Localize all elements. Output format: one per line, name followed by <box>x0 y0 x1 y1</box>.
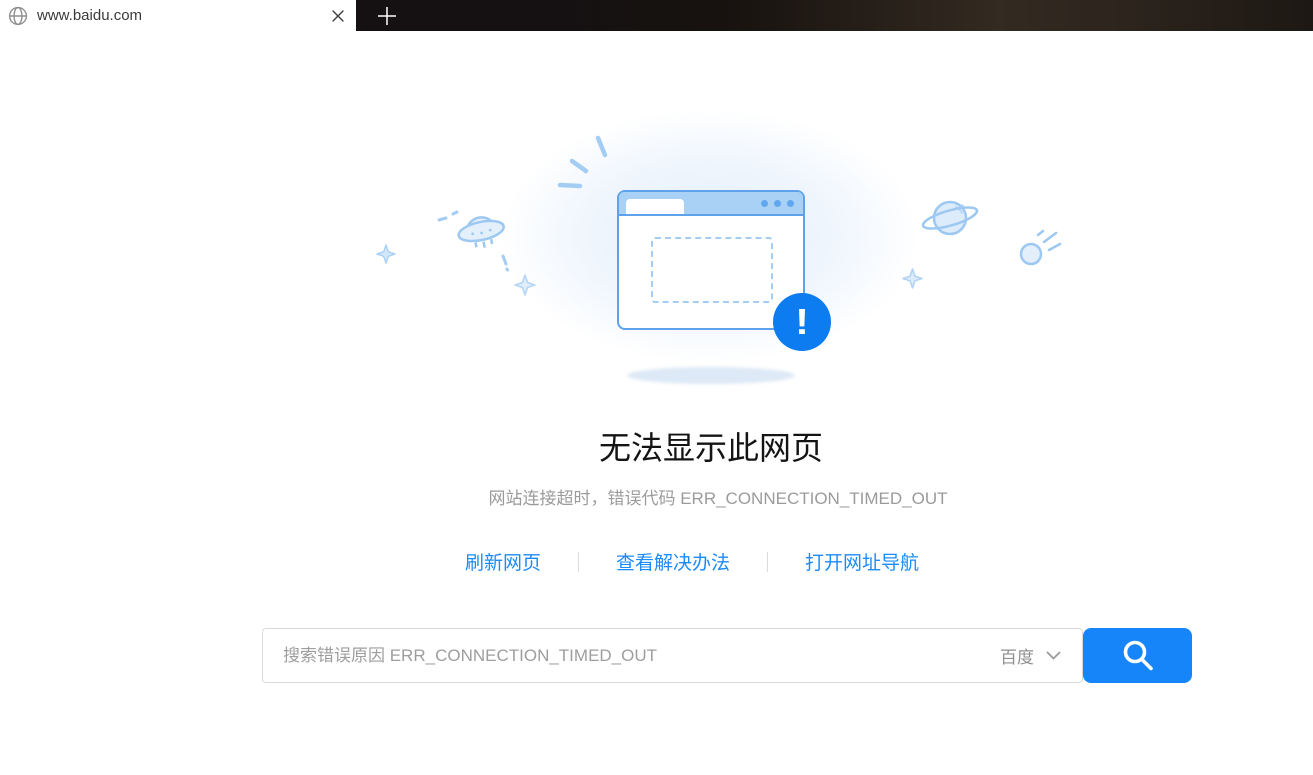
tab-bar: www.baidu.com <box>0 0 1313 31</box>
error-exclamation-badge: ! <box>773 293 831 351</box>
exclamation-icon: ! <box>795 304 809 340</box>
browser-tab[interactable]: www.baidu.com <box>0 0 356 31</box>
illustration-titlebar <box>619 192 803 216</box>
search-box: 百度 <box>262 628 1083 683</box>
sparkle-icon <box>902 268 923 289</box>
new-tab-button[interactable] <box>363 0 411 31</box>
chevron-down-icon <box>1046 651 1061 661</box>
browser-window: www.baidu.com <box>0 0 1313 775</box>
link-divider <box>767 552 768 572</box>
close-icon[interactable] <box>330 8 346 24</box>
sparkle-icon <box>376 244 396 264</box>
link-open-site-navigation[interactable]: 打开网址导航 <box>805 548 919 575</box>
link-refresh-page[interactable]: 刷新网页 <box>465 548 541 575</box>
search-engine-selector[interactable]: 百度 <box>1000 628 1061 683</box>
illustration-shadow <box>627 367 795 384</box>
illustration-window-dots <box>761 200 794 207</box>
search-button[interactable] <box>1083 628 1192 683</box>
globe-icon <box>8 6 28 26</box>
page-title: 无法显示此网页 <box>599 423 823 469</box>
burst-lines-icon <box>552 128 616 194</box>
action-links: 刷新网页 查看解决办法 打开网址导航 <box>465 548 919 575</box>
search-engine-label: 百度 <box>1000 643 1034 668</box>
ufo-icon <box>433 194 528 274</box>
error-subtitle: 网站连接超时，错误代码 ERR_CONNECTION_TIMED_OUT <box>488 484 947 509</box>
comet-icon <box>1016 224 1066 270</box>
plus-icon <box>376 5 398 27</box>
sparkle-icon <box>514 274 536 296</box>
tab-title: www.baidu.com <box>37 7 330 24</box>
link-view-solutions[interactable]: 查看解决办法 <box>616 548 730 575</box>
search-icon <box>1120 638 1156 674</box>
planet-icon <box>920 195 982 245</box>
illustration-tab <box>626 199 684 214</box>
illustration-missing-content <box>651 237 773 303</box>
link-divider <box>578 552 579 572</box>
search-input[interactable] <box>262 628 1083 683</box>
